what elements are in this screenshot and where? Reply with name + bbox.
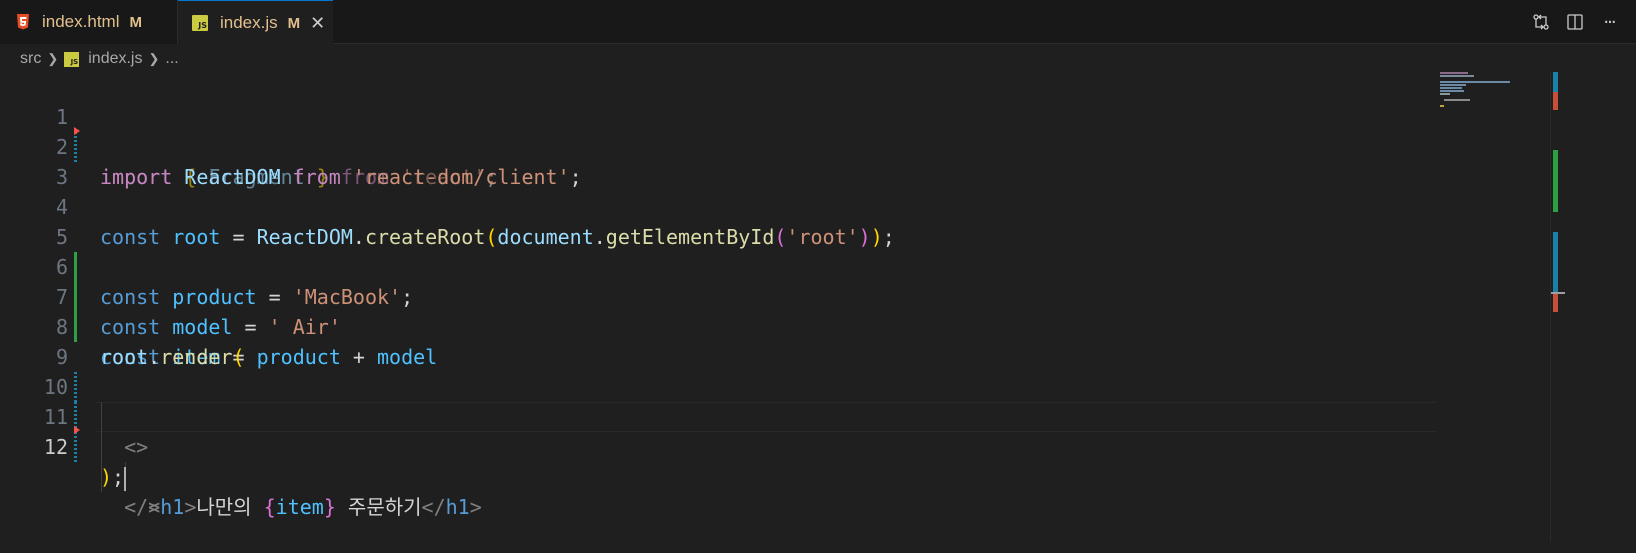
editor-actions: ··· [1524,0,1636,44]
tab-bar: index.html M JS index.js M ✕ ··· [0,0,1636,45]
code-editor: index.html M JS index.js M ✕ ··· src ❯ J… [0,0,1636,553]
code-line: 4 const root = ReactDOM.createRoot(docum… [0,162,1500,249]
chevron-right-icon: ❯ [148,51,160,66]
tab-label: index.js [220,13,278,32]
overview-ruler[interactable] [1550,72,1565,542]
close-icon[interactable]: ✕ [310,13,325,34]
code-line: 9 <> [0,312,1500,459]
modified-indicator: M [287,14,301,32]
code-line: 12 ); [0,402,1500,491]
git-deleted-marker [74,426,80,434]
tab-index-js[interactable]: JS index.js M ✕ [178,0,333,45]
more-actions-icon[interactable]: ··· [1592,5,1626,39]
code-line: 11 </> [0,372,1500,519]
tab-label: index.html [42,12,120,31]
code-line: 1 import { Fragment } from 'react'; [0,72,1500,189]
code-line: 5 const product = 'MacBook'; [0,192,1500,309]
text-cursor [124,466,127,491]
js-file-icon: JS [192,15,208,31]
code-line: 6 const model = ' Air' [0,222,1500,339]
minimap[interactable] [1436,72,1546,112]
code-line: 2 import ReactDOM from 'react-dom/client… [0,102,1500,189]
code-line: 3 [0,132,1500,189]
indent-guide [101,432,102,462]
code-line: 10 <h1>나만의 {item} 주문하기</h1> [0,342,1500,519]
breadcrumb-symbol[interactable]: ... [165,50,178,68]
line-number: 12 [43,435,68,459]
breadcrumb: src ❯ JS index.js ❯ ... [0,44,1636,74]
code-text: ); [100,465,127,491]
tab-index-html[interactable]: index.html M [0,0,178,44]
js-file-icon: JS [64,51,80,67]
code-line: 8 root.render( [0,282,1500,369]
breadcrumb-folder[interactable]: src [20,50,41,68]
chevron-right-icon: ❯ [47,51,59,66]
code-line: 7 const item = product + model [0,252,1500,369]
split-editor-icon[interactable] [1558,5,1592,39]
html5-icon [16,14,30,30]
code-text: </> [124,495,161,519]
code-text: <> [124,435,149,459]
compare-changes-icon[interactable] [1524,5,1558,39]
git-modified-marker [74,432,77,462]
code-area[interactable]: 1 import { Fragment } from 'react'; 2 im… [0,72,1520,519]
breadcrumb-file[interactable]: index.js [88,50,142,68]
modified-indicator: M [129,13,142,31]
